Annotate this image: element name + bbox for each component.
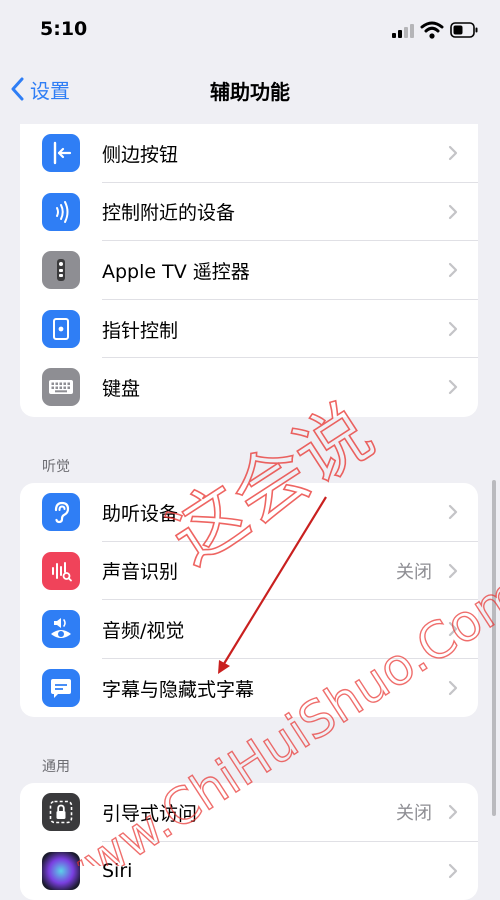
settings-row-label: 助听设备 (102, 502, 179, 525)
chevron-right-icon (448, 804, 458, 820)
settings-row-label: 键盘 (102, 378, 141, 401)
settings-row-sound-recognition[interactable]: 声音识别 关闭 (20, 542, 478, 601)
settings-row-label: 字幕与隐藏式字幕 (102, 678, 255, 701)
guided-access-icon (42, 793, 80, 831)
settings-row-audio-visual[interactable]: 音频/视觉 (20, 600, 478, 659)
subtitles-icon (42, 668, 80, 707)
settings-row-hearing-devices[interactable]: 助听设备 (20, 483, 478, 542)
settings-row-value: 关闭 (396, 803, 432, 825)
keyboard-icon (42, 368, 80, 407)
chevron-right-icon (448, 863, 458, 878)
siri-icon (42, 851, 80, 890)
chevron-right-icon (448, 680, 458, 695)
settings-row-label: 侧边按钮 (102, 143, 179, 166)
status-bar: 5:10 (0, 0, 500, 60)
chevron-right-icon (448, 380, 458, 395)
audio-visual-icon (42, 610, 80, 649)
status-time: 5:10 (40, 18, 88, 40)
page-title: 辅助功能 (210, 80, 290, 104)
settings-row-label: 引导式访问 (102, 802, 198, 825)
section-header-general: 通用 (42, 759, 70, 775)
settings-row-label: 音频/视觉 (102, 619, 185, 642)
settings-row-side-button[interactable]: 侧边按钮 (20, 124, 478, 183)
apple-tv-remote-icon (42, 251, 80, 290)
chevron-right-icon (448, 321, 458, 336)
chevron-right-icon (448, 622, 458, 637)
settings-row-keyboard[interactable]: 键盘 (20, 358, 478, 417)
chevron-right-icon (448, 204, 458, 219)
scroll-indicator[interactable] (492, 480, 496, 816)
hearing-group: 助听设备 声音识别 关闭 音频/视觉 字幕与隐藏式字幕 (20, 483, 478, 718)
interaction-group: 侧边按钮 控制附近的设备 Apple TV 遥控器 指针控制 键盘 (20, 124, 478, 417)
ear-icon (42, 493, 80, 531)
pointer-control-icon (42, 309, 80, 348)
settings-row-label: 声音识别 (102, 561, 179, 584)
settings-row-subtitles[interactable]: 字幕与隐藏式字幕 (20, 659, 478, 718)
settings-row-apple-tv-remote[interactable]: Apple TV 遥控器 (20, 241, 478, 300)
cellular-signal-icon (392, 24, 416, 38)
settings-row-label: 指针控制 (102, 319, 179, 342)
wifi-icon (420, 21, 444, 39)
settings-row-label: Apple TV 遥控器 (102, 260, 250, 283)
chevron-right-icon (448, 504, 458, 520)
settings-row-value: 关闭 (396, 561, 432, 583)
battery-icon (450, 22, 478, 38)
settings-row-label: Siri (102, 859, 133, 882)
settings-row-siri[interactable]: Siri (20, 842, 478, 900)
chevron-right-icon (448, 263, 458, 278)
nearby-devices-icon (42, 192, 80, 231)
chevron-right-icon (448, 563, 458, 578)
settings-row-nearby-devices[interactable]: 控制附近的设备 (20, 183, 478, 242)
section-header-hearing: 听觉 (42, 459, 70, 475)
side-button-icon (42, 134, 80, 172)
chevron-right-icon (448, 145, 458, 161)
sound-recognition-icon (42, 551, 80, 590)
settings-row-pointer-control[interactable]: 指针控制 (20, 300, 478, 359)
general-group: 引导式访问 关闭 Siri (20, 783, 478, 900)
navigation-bar: 设置 辅助功能 (0, 60, 500, 118)
settings-row-guided-access[interactable]: 引导式访问 关闭 (20, 783, 478, 842)
settings-row-label: 控制附近的设备 (102, 202, 236, 225)
